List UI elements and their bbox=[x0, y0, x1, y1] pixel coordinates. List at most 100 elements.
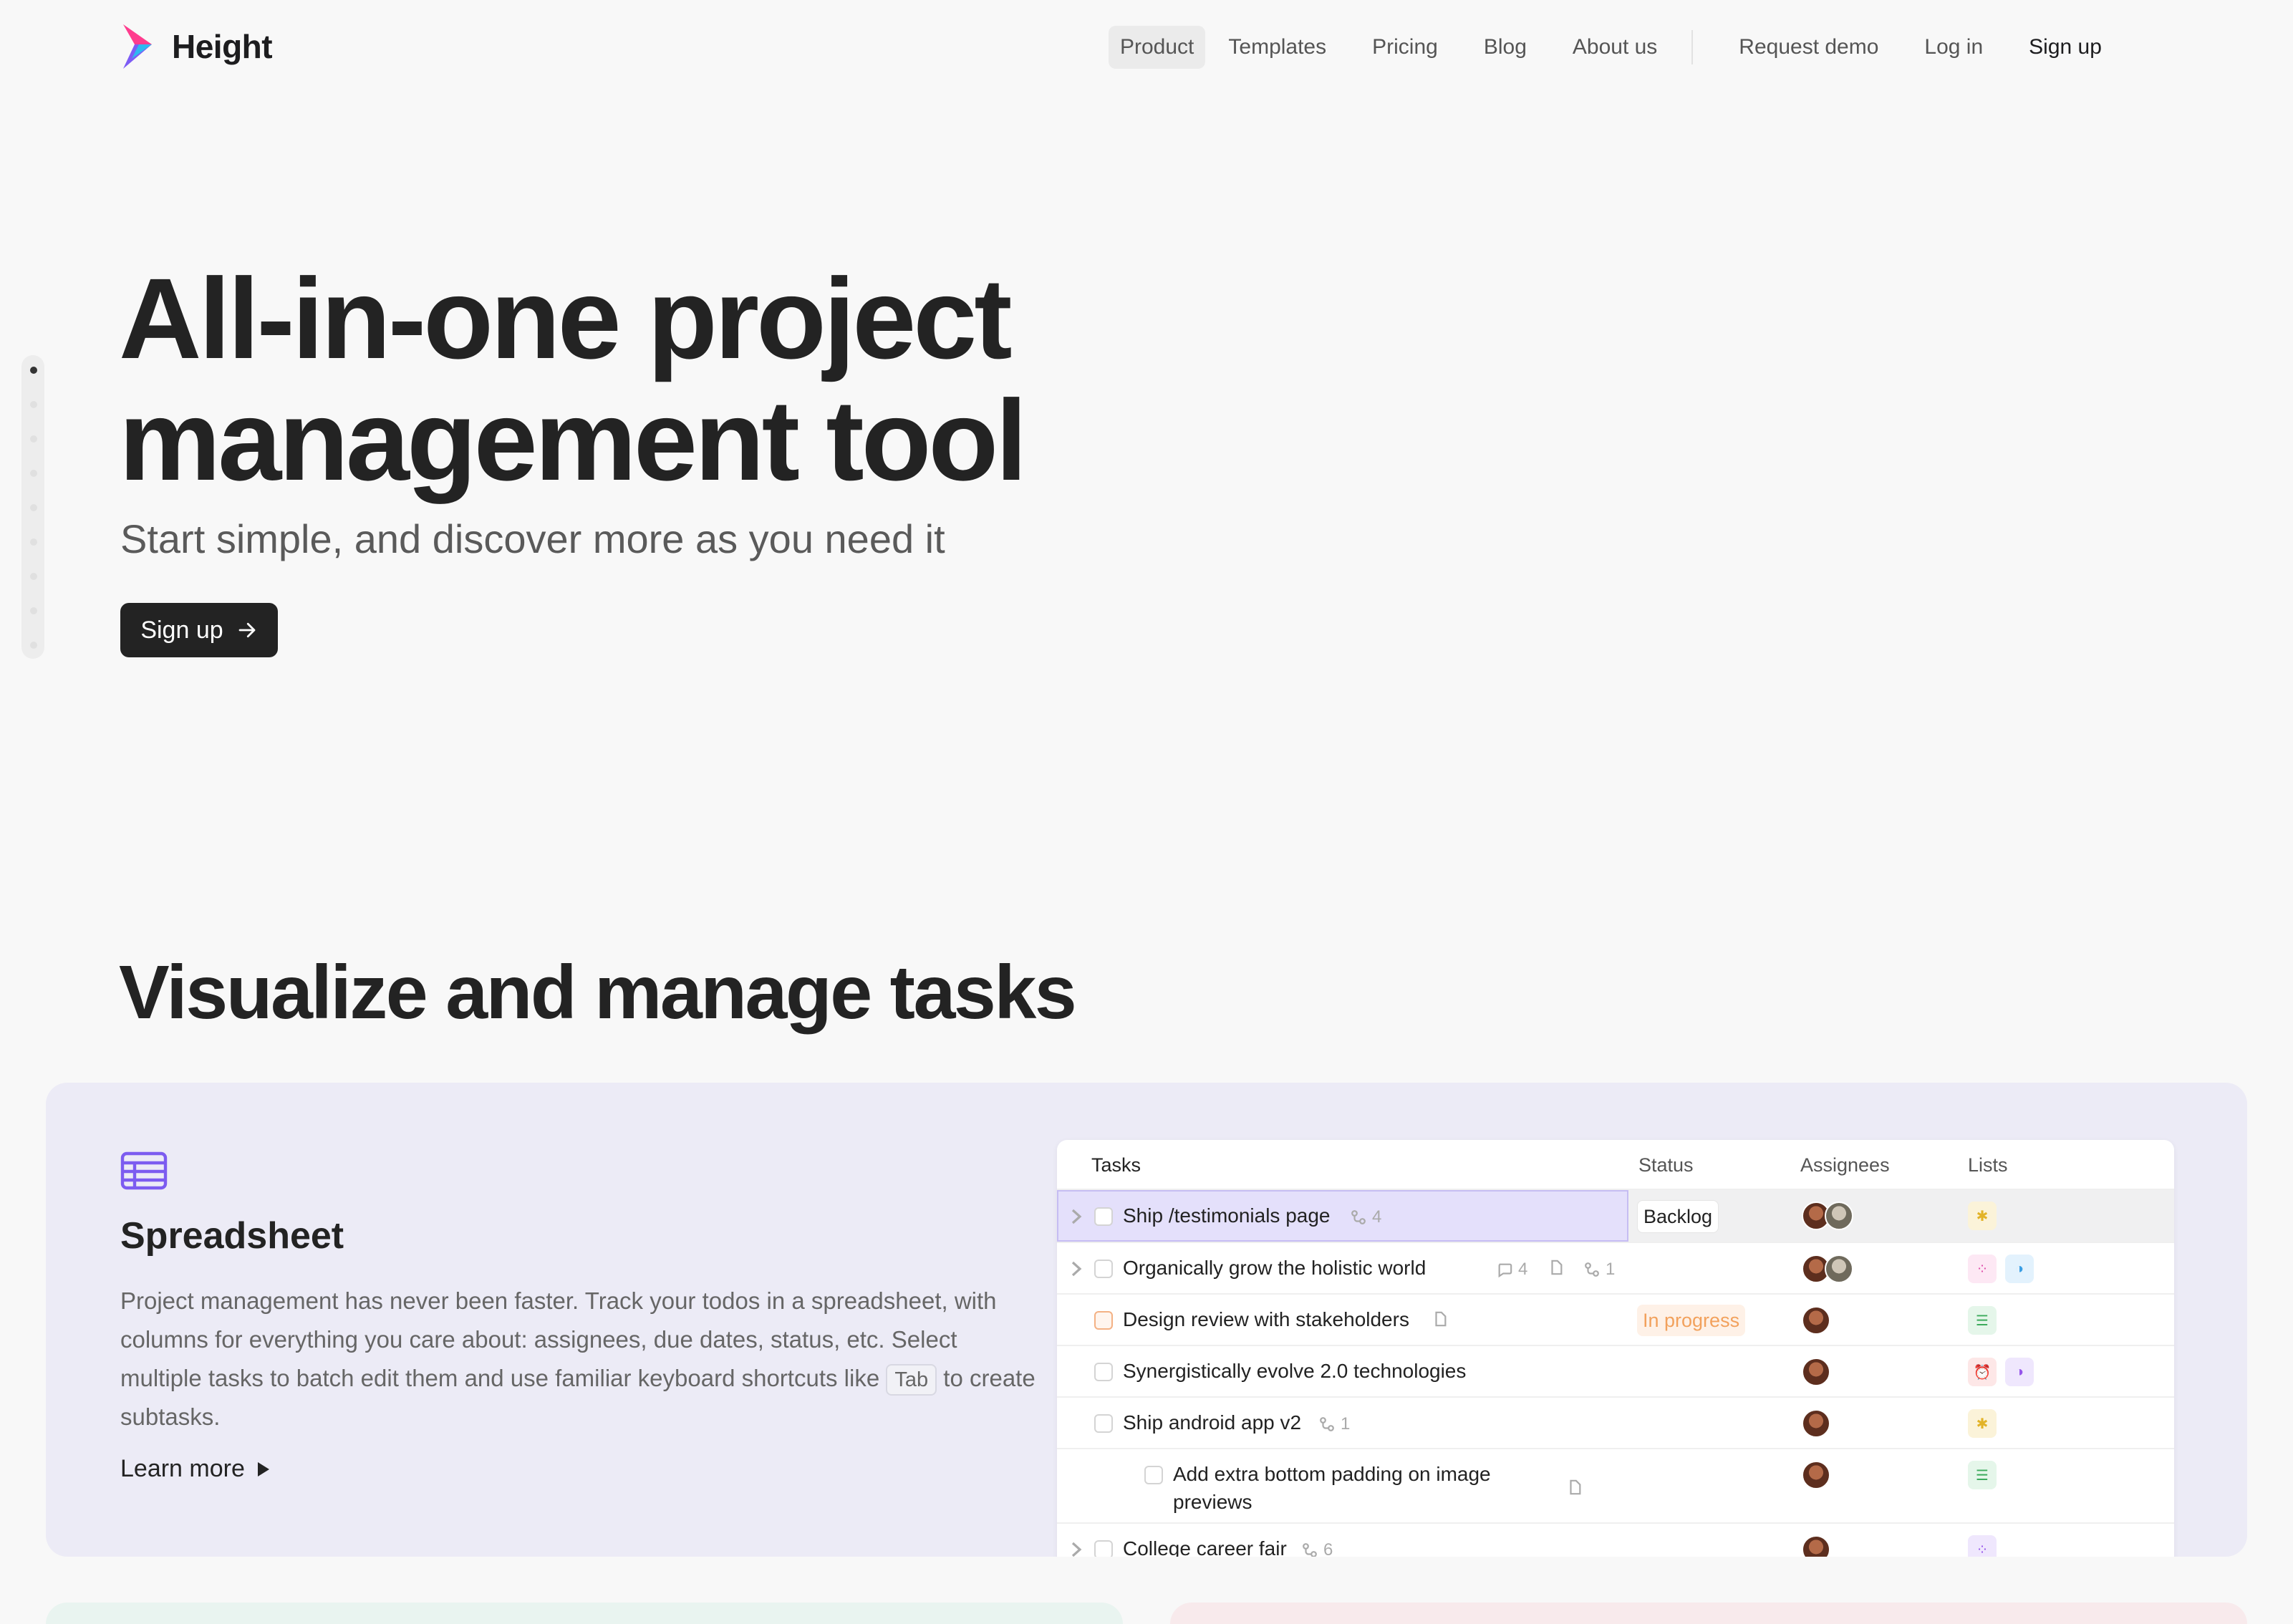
attachment-indicator bbox=[1432, 1311, 1448, 1327]
comment-count-value: 4 bbox=[1518, 1260, 1528, 1279]
grid-icon[interactable]: ⁘ bbox=[1968, 1255, 1997, 1283]
column-header-tasks[interactable]: Tasks bbox=[1091, 1140, 1141, 1190]
task-name[interactable]: Organically grow the holistic world bbox=[1123, 1257, 1426, 1280]
progress-dot[interactable] bbox=[30, 642, 37, 649]
task-name-line2[interactable]: previews bbox=[1173, 1491, 1252, 1514]
subtask-count-value: 1 bbox=[1341, 1414, 1351, 1434]
feature-title: Spreadsheet bbox=[120, 1215, 344, 1257]
section-progress-indicator[interactable] bbox=[21, 355, 44, 659]
attachment-indicator bbox=[1548, 1260, 1564, 1275]
task-checkbox[interactable] bbox=[1094, 1363, 1113, 1381]
bulb-icon[interactable]: ✱ bbox=[1968, 1409, 1997, 1438]
avatar[interactable] bbox=[1802, 1306, 1830, 1335]
task-name[interactable]: Ship android app v2 bbox=[1123, 1411, 1301, 1434]
avatar[interactable] bbox=[1802, 1409, 1830, 1438]
column-header-lists[interactable]: Lists bbox=[1968, 1140, 2008, 1190]
next-feature-card bbox=[1170, 1603, 2247, 1624]
height-logo-icon bbox=[123, 24, 152, 69]
progress-dot[interactable] bbox=[30, 435, 37, 443]
task-name[interactable]: Synergistically evolve 2.0 technologies bbox=[1123, 1360, 1466, 1383]
caret-right-icon bbox=[257, 1461, 269, 1476]
bulb-icon[interactable]: ✱ bbox=[1968, 1202, 1997, 1230]
primary-nav: Product Templates Pricing Blog About us … bbox=[1109, 26, 2113, 69]
hero-title-line2: management tool bbox=[119, 376, 1028, 504]
task-name[interactable]: Ship /testimonials page bbox=[1123, 1204, 1331, 1227]
nav-blog[interactable]: Blog bbox=[1472, 26, 1538, 69]
nav-log-in[interactable]: Log in bbox=[1913, 26, 1994, 69]
progress-dot[interactable] bbox=[30, 538, 37, 546]
alarm-icon[interactable]: ⏰ bbox=[1968, 1358, 1997, 1386]
subtask-count: 1 bbox=[1319, 1414, 1350, 1434]
hero-signup-label: Sign up bbox=[140, 616, 223, 644]
table-row[interactable]: Add extra bottom padding on image previe… bbox=[1057, 1448, 2174, 1522]
nav-about-us[interactable]: About us bbox=[1561, 26, 1669, 69]
nav-pricing[interactable]: Pricing bbox=[1361, 26, 1449, 69]
learn-more-label: Learn more bbox=[120, 1455, 245, 1482]
avatar[interactable] bbox=[1825, 1255, 1853, 1283]
document-icon bbox=[1570, 1479, 1581, 1495]
status-badge[interactable]: In progress bbox=[1637, 1305, 1746, 1336]
subtask-icon bbox=[1351, 1210, 1366, 1224]
chevron-right-icon[interactable] bbox=[1070, 1542, 1083, 1557]
attachment-indicator bbox=[1567, 1479, 1583, 1495]
stack-icon[interactable]: ☰ bbox=[1968, 1306, 1997, 1335]
hero-signup-button[interactable]: Sign up bbox=[120, 603, 278, 657]
stack-icon[interactable]: ☰ bbox=[1968, 1461, 1997, 1489]
nav-request-demo[interactable]: Request demo bbox=[1727, 26, 1890, 69]
table-row[interactable]: Synergistically evolve 2.0 technologies … bbox=[1057, 1345, 2174, 1396]
task-name[interactable]: Design review with stakeholders bbox=[1123, 1308, 1409, 1331]
column-header-assignees[interactable]: Assignees bbox=[1800, 1140, 1890, 1190]
progress-dot[interactable] bbox=[30, 470, 37, 477]
subtask-count-value: 4 bbox=[1372, 1207, 1382, 1227]
nav-templates[interactable]: Templates bbox=[1217, 26, 1338, 69]
status-badge[interactable]: Backlog bbox=[1637, 1200, 1719, 1233]
section-title: Visualize and manage tasks bbox=[119, 950, 1077, 1035]
in-progress-checkbox[interactable] bbox=[1094, 1311, 1113, 1330]
progress-dot[interactable] bbox=[30, 607, 37, 614]
document-icon bbox=[1435, 1311, 1447, 1327]
hero-title-line1: All-in-one project bbox=[119, 254, 1013, 382]
table-row[interactable]: Design review with stakeholders In progr… bbox=[1057, 1293, 2174, 1345]
task-checkbox[interactable] bbox=[1144, 1466, 1163, 1484]
hero-title: All-in-one project management tool bbox=[119, 258, 1121, 501]
feature-desc-part1: Project management has never been faster… bbox=[120, 1287, 997, 1391]
progress-dot[interactable] bbox=[30, 504, 37, 511]
subtask-count: 6 bbox=[1302, 1540, 1333, 1557]
subtask-icon bbox=[1320, 1417, 1334, 1431]
next-feature-card bbox=[46, 1603, 1123, 1624]
arrow-right-icon bbox=[238, 622, 256, 638]
task-checkbox[interactable] bbox=[1094, 1260, 1113, 1278]
comment-count: 4 bbox=[1497, 1260, 1527, 1280]
table-row[interactable]: Ship android app v2 1 ✱ bbox=[1057, 1396, 2174, 1448]
grid-icon[interactable]: ⁘ bbox=[1968, 1535, 1997, 1557]
comment-icon bbox=[1498, 1263, 1512, 1277]
logo[interactable]: Height bbox=[120, 24, 273, 69]
column-header-status[interactable]: Status bbox=[1638, 1140, 1694, 1190]
progress-dot[interactable] bbox=[30, 401, 37, 408]
spreadsheet-icon bbox=[120, 1151, 168, 1190]
nav-sign-up[interactable]: Sign up bbox=[2017, 26, 2113, 69]
task-checkbox[interactable] bbox=[1094, 1414, 1113, 1433]
task-name[interactable]: College career fair bbox=[1123, 1537, 1287, 1557]
avatar[interactable] bbox=[1802, 1358, 1830, 1386]
hero-subtitle: Start simple, and discover more as you n… bbox=[120, 516, 945, 561]
top-nav: Height Product Templates Pricing Blog Ab… bbox=[0, 0, 2293, 93]
tab-key-badge: Tab bbox=[886, 1364, 937, 1396]
learn-more-link[interactable]: Learn more bbox=[120, 1455, 269, 1483]
avatar[interactable] bbox=[1825, 1202, 1853, 1230]
progress-dot[interactable] bbox=[30, 573, 37, 580]
nav-product[interactable]: Product bbox=[1109, 26, 1206, 69]
avatar[interactable] bbox=[1802, 1461, 1830, 1489]
chevron-right-icon[interactable] bbox=[1070, 1209, 1083, 1224]
task-checkbox[interactable] bbox=[1094, 1207, 1113, 1226]
table-row[interactable]: College career fair 6 ⁘ bbox=[1057, 1522, 2174, 1557]
table-row[interactable]: Ship /testimonials page 4 Backlog ✱ bbox=[1057, 1189, 2174, 1242]
task-name-line1[interactable]: Add extra bottom padding on image bbox=[1173, 1463, 1491, 1486]
chevron-right-icon[interactable] bbox=[1070, 1261, 1083, 1277]
half-circle-icon[interactable]: ◑ bbox=[2005, 1358, 2034, 1386]
avatar[interactable] bbox=[1802, 1535, 1830, 1557]
half-circle-icon[interactable]: ◑ bbox=[2005, 1255, 2034, 1283]
task-checkbox[interactable] bbox=[1094, 1540, 1113, 1557]
progress-dot[interactable] bbox=[30, 367, 37, 374]
table-row[interactable]: Organically grow the holistic world 4 1 … bbox=[1057, 1242, 2174, 1293]
